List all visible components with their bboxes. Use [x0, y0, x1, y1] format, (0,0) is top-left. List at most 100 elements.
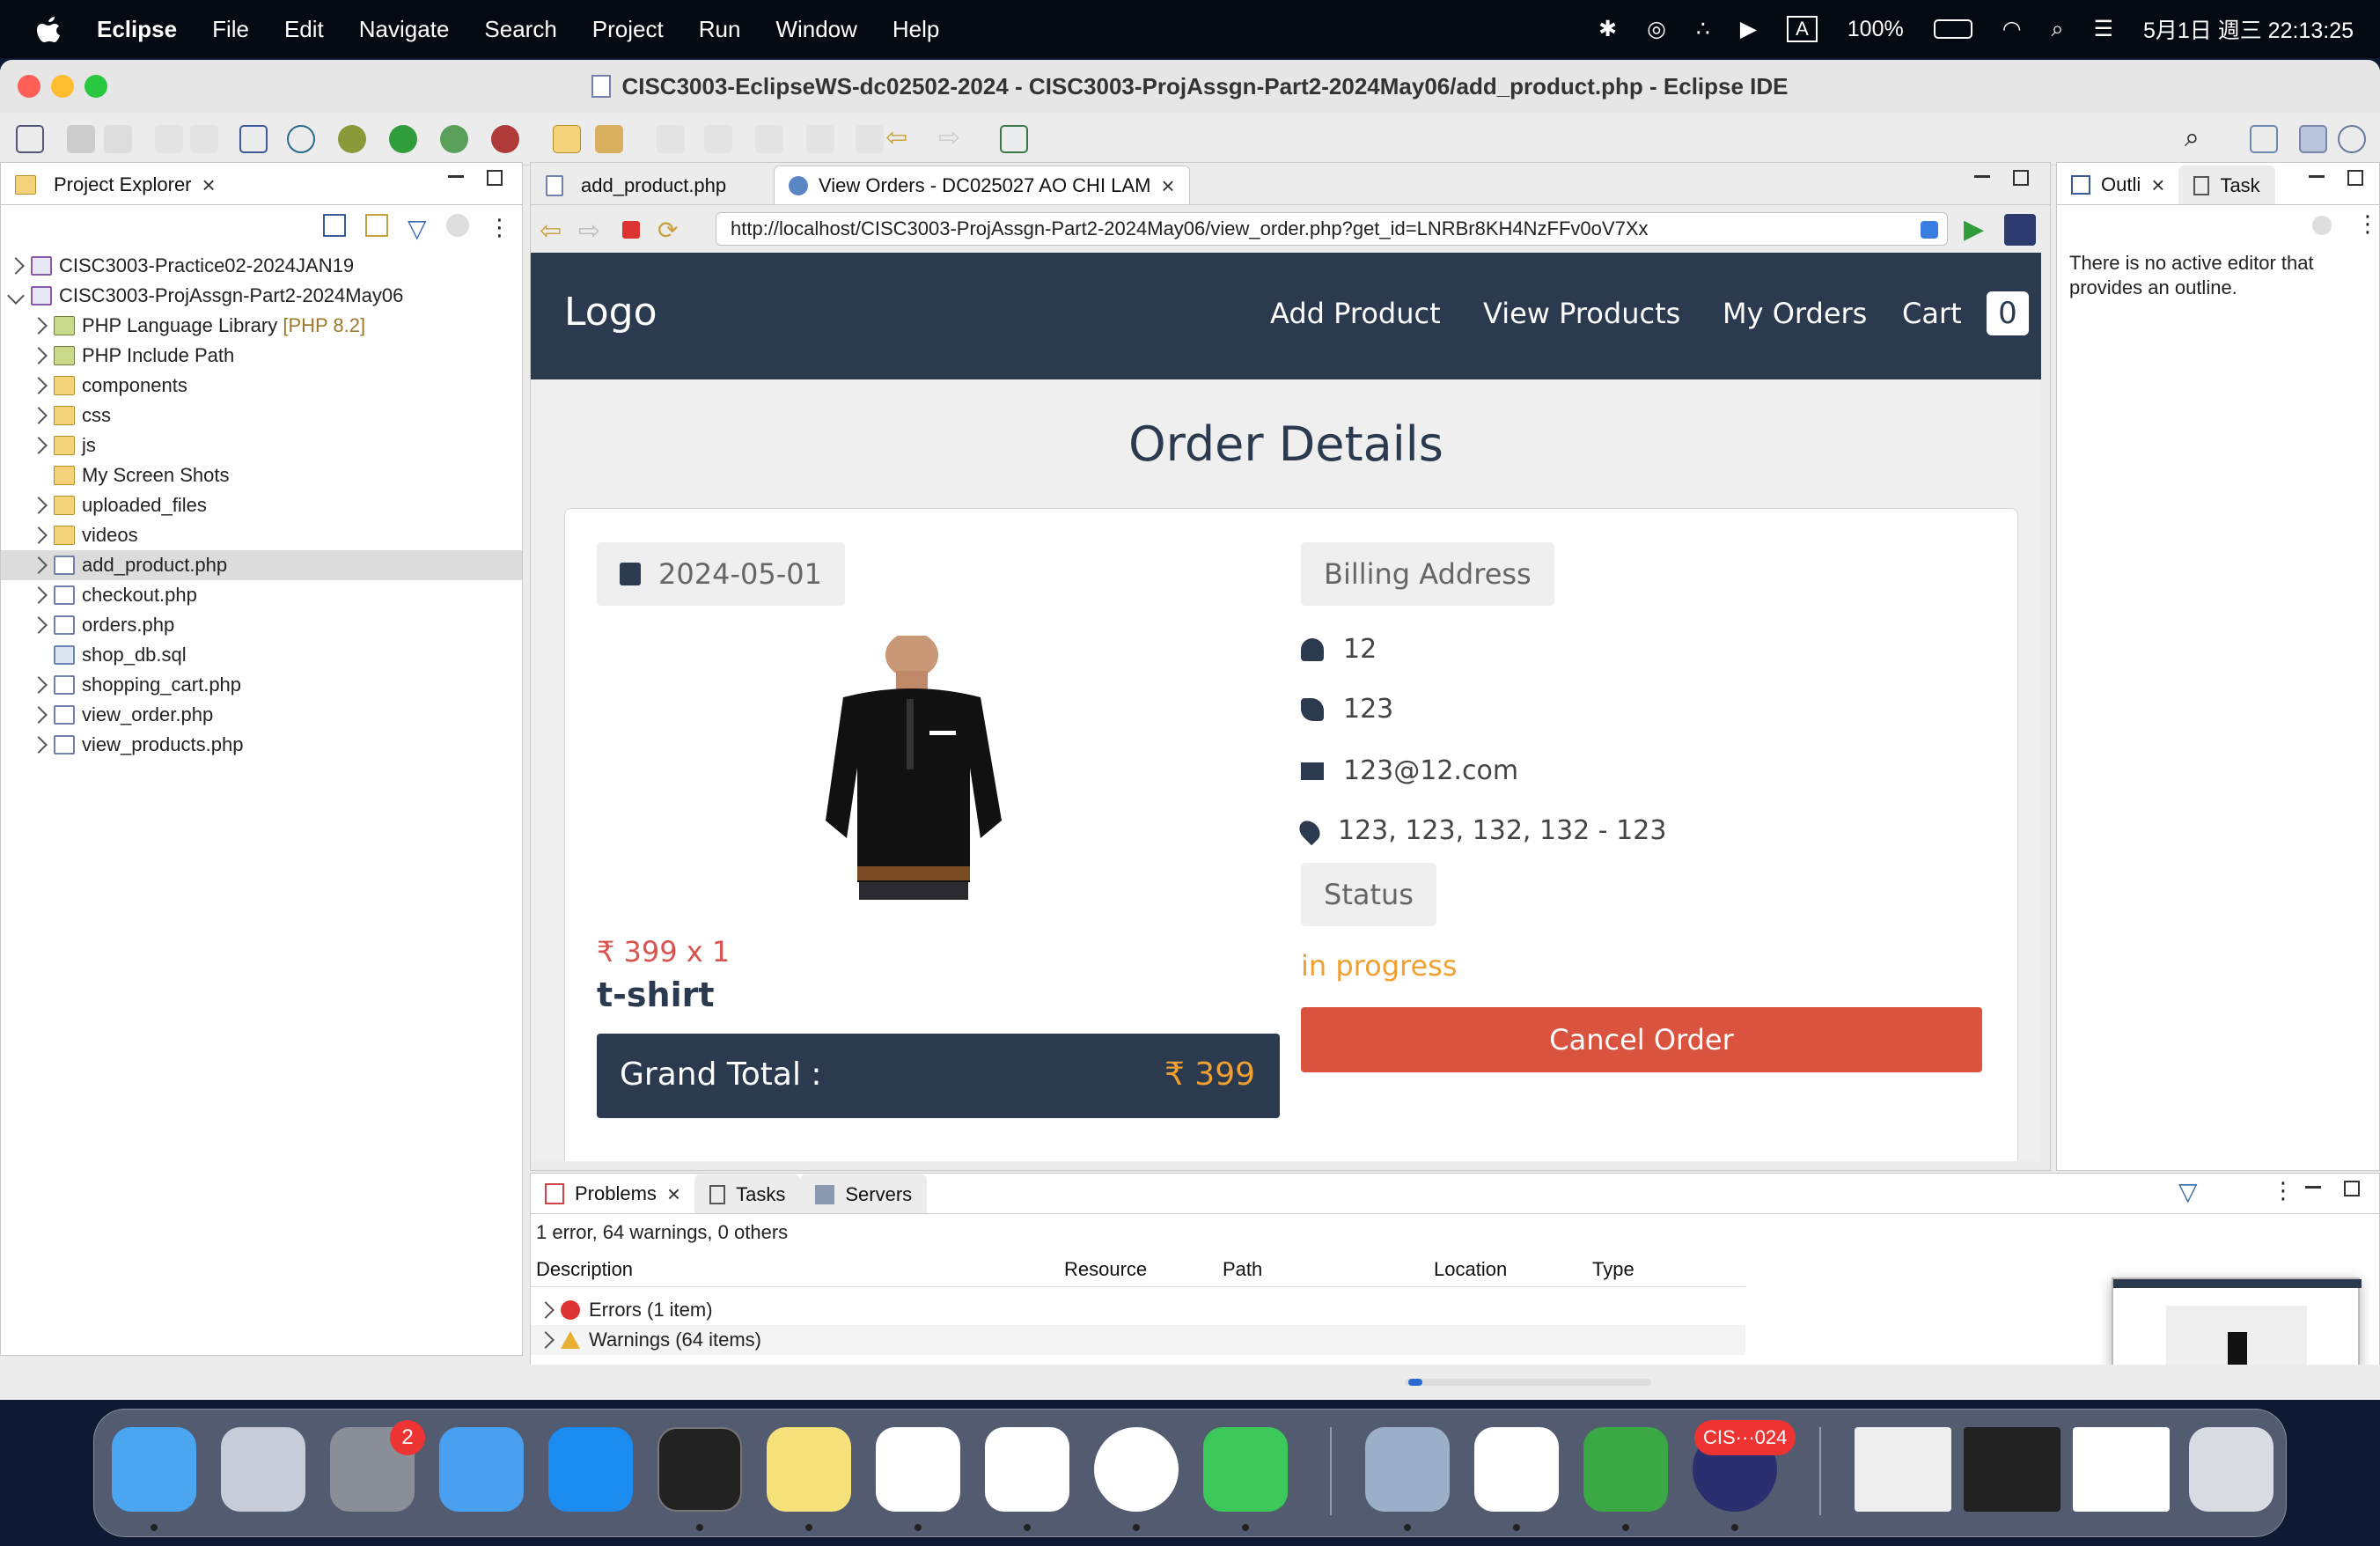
preview-icon[interactable]	[1365, 1427, 1450, 1512]
annotation-icon[interactable]	[657, 125, 685, 153]
back-arrow-icon[interactable]: ⇦	[885, 125, 914, 153]
close-icon[interactable]: ×	[202, 173, 216, 196]
minimized-word-window[interactable]	[2073, 1427, 2170, 1512]
forward-history-icon[interactable]	[856, 125, 884, 153]
tree-item-view-order[interactable]: view_order.php	[1, 700, 522, 730]
input-method-indicator[interactable]: A	[1787, 16, 1818, 42]
tree-item-videos[interactable]: videos	[1, 520, 522, 550]
chrome-icon[interactable]	[1094, 1427, 1179, 1512]
minimized-chrome-window[interactable]	[1855, 1427, 1951, 1512]
nav-add-product[interactable]: Add Product	[1270, 297, 1441, 330]
filter-icon[interactable]: ▽	[2178, 1177, 2198, 1206]
menu-edit[interactable]: Edit	[284, 16, 324, 43]
skip-breakpoints-icon[interactable]	[287, 125, 315, 153]
open-perspective-icon[interactable]	[2250, 125, 2278, 153]
pin-editor-icon[interactable]	[1000, 125, 1028, 153]
warnings-row[interactable]: Warnings (64 items)	[531, 1325, 1745, 1355]
menu-help[interactable]: Help	[892, 16, 939, 43]
launchpad-icon[interactable]	[221, 1427, 305, 1512]
menu-app-name[interactable]: Eclipse	[97, 16, 177, 43]
tree-item-my-screen-shots[interactable]: My Screen Shots	[1, 460, 522, 490]
tree-item-css[interactable]: css	[1, 401, 522, 431]
minimize-panel-icon[interactable]	[2305, 1186, 2321, 1189]
tree-item-php-language-library[interactable]: PHP Language Library [PHP 8.2]	[1, 311, 522, 341]
col-type[interactable]: Type	[1592, 1258, 1634, 1281]
next-annotation-icon[interactable]	[704, 125, 732, 153]
wechat-icon[interactable]	[1203, 1427, 1288, 1512]
vim-icon[interactable]	[1583, 1427, 1668, 1512]
tab-tasks[interactable]: Tasks	[694, 1174, 801, 1213]
menu-search[interactable]: Search	[484, 16, 556, 43]
nav-cart[interactable]: Cart	[1902, 297, 1962, 330]
maximize-editor-icon[interactable]	[2013, 170, 2029, 186]
bluetooth-icon[interactable]: ✱	[1598, 16, 1617, 42]
menu-project[interactable]: Project	[592, 16, 664, 43]
save-icon[interactable]	[67, 125, 95, 153]
go-icon[interactable]: ▶	[1964, 214, 1984, 245]
maximize-panel-icon[interactable]	[487, 170, 503, 186]
forward-arrow-icon[interactable]: ⇨	[938, 125, 966, 153]
minimized-vscode-window[interactable]	[1964, 1427, 2060, 1512]
collapse-all-icon[interactable]	[323, 214, 346, 237]
tree-item-components[interactable]: components	[1, 371, 522, 401]
menu-run[interactable]: Run	[699, 16, 741, 43]
col-description[interactable]: Description	[536, 1258, 633, 1281]
col-resource[interactable]: Resource	[1064, 1258, 1147, 1281]
last-edit-icon[interactable]	[806, 125, 834, 153]
maximize-panel-icon[interactable]	[2344, 1181, 2360, 1196]
errors-row[interactable]: Errors (1 item)	[531, 1295, 1745, 1325]
tree-item-orders[interactable]: orders.php	[1, 610, 522, 640]
filter-icon[interactable]: ▽	[408, 214, 427, 243]
url-input[interactable]: http://localhost/CISC3003-ProjAssgn-Part…	[716, 212, 1948, 246]
forward-icon[interactable]: ⇨	[578, 216, 600, 247]
open-folder-icon[interactable]	[553, 125, 581, 153]
close-icon[interactable]: ×	[667, 1182, 680, 1205]
spotlight-icon[interactable]: ⌕	[2052, 17, 2064, 42]
col-path[interactable]: Path	[1223, 1258, 1262, 1281]
nav-view-products[interactable]: View Products	[1483, 297, 1680, 330]
clock[interactable]: 5月1日 週三 22:13:25	[2143, 13, 2354, 45]
external-tools-icon[interactable]	[491, 125, 519, 153]
tree-item-php-include-path[interactable]: PHP Include Path	[1, 341, 522, 371]
view-menu-icon[interactable]: ⋮	[488, 214, 511, 243]
undo-icon[interactable]	[155, 125, 183, 153]
tab-view-orders[interactable]: View Orders - DC025027 AO CHI LAM ×	[774, 166, 1190, 204]
wifi-icon[interactable]: ◠	[2002, 16, 2022, 42]
tab-servers[interactable]: Servers	[800, 1174, 928, 1213]
control-center-icon[interactable]: ☰	[2094, 16, 2113, 42]
powerpoint-icon[interactable]	[1474, 1427, 1559, 1512]
tree-item-shop-db-sql[interactable]: shop_db.sql	[1, 640, 522, 670]
trash-icon[interactable]	[2189, 1427, 2273, 1512]
coverage-icon[interactable]	[440, 125, 468, 153]
tree-item-js[interactable]: js	[1, 431, 522, 460]
word-icon[interactable]	[985, 1427, 1069, 1512]
tab-problems[interactable]: Problems ×	[531, 1174, 695, 1213]
cart-count-badge[interactable]: 0	[1987, 291, 2029, 335]
view-menu-icon[interactable]: ⋮	[2272, 1177, 2295, 1204]
php-perspective-icon[interactable]	[2299, 125, 2327, 153]
run-icon[interactable]	[389, 125, 417, 153]
redo-icon[interactable]	[190, 125, 218, 153]
open-type-icon[interactable]	[595, 125, 623, 153]
siri-icon[interactable]: ∴	[1696, 16, 1710, 42]
tab-project-explorer[interactable]: Project Explorer ×	[1, 166, 230, 204]
link-editor-icon[interactable]	[365, 214, 388, 237]
search-icon[interactable]: ⌕	[2185, 125, 2213, 153]
zoom-window-button[interactable]	[84, 75, 107, 98]
terminal-icon[interactable]	[239, 125, 268, 153]
nav-my-orders[interactable]: My Orders	[1723, 297, 1867, 330]
refresh-icon[interactable]: ⟳	[657, 216, 678, 245]
tree-item-projassgn-project[interactable]: CISC3003-ProjAssgn-Part2-2024May06	[1, 281, 522, 311]
tree-item-view-products[interactable]: view_products.php	[1, 730, 522, 760]
view-menu-icon[interactable]: ⋮	[2356, 210, 2379, 238]
cancel-order-button[interactable]: Cancel Order	[1301, 1007, 1982, 1072]
save-all-icon[interactable]	[104, 125, 132, 153]
minimize-panel-icon[interactable]	[2309, 175, 2325, 178]
app-store-icon[interactable]	[548, 1427, 633, 1512]
tab-add-product[interactable]: add_product.php	[531, 166, 774, 204]
apple-icon[interactable]	[35, 14, 62, 44]
airdrop-icon[interactable]: ◎	[1647, 16, 1666, 42]
minimize-window-button[interactable]	[51, 75, 74, 98]
terminal-app-icon[interactable]	[657, 1427, 742, 1512]
url-dropdown-icon[interactable]	[1921, 221, 1938, 239]
